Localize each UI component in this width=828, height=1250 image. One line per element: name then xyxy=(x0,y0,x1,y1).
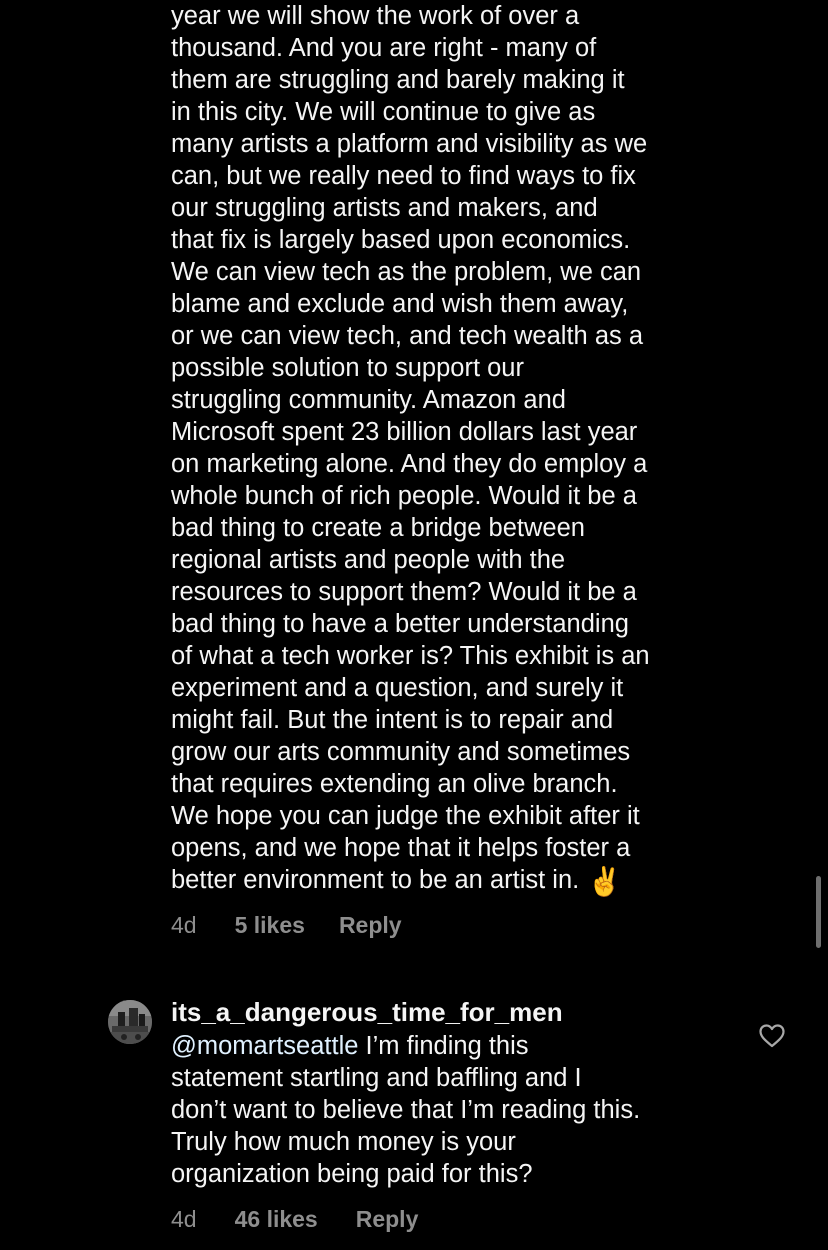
comment-text-segment: better environment to be an artist in. xyxy=(171,866,580,894)
comment-line: regional artists and people with the xyxy=(171,546,566,574)
comment-line: that requires extending an olive branch. xyxy=(171,770,618,798)
avatar[interactable] xyxy=(108,1000,152,1044)
comment-username[interactable]: its_a_dangerous_time_for_men xyxy=(171,997,563,1028)
likes-count[interactable]: 5 likes xyxy=(235,912,305,939)
comment-line: statement startling and baffling and I xyxy=(171,1064,582,1092)
comment-line: resources to support them? Would it be a xyxy=(171,578,637,606)
comment-line: Microsoft spent 23 billion dollars last … xyxy=(171,418,638,446)
comment-text: year we will show the work of over a thou… xyxy=(171,0,731,898)
comment-time: 4d xyxy=(171,912,197,938)
comment-line: that fix is largely based upon economics… xyxy=(171,226,631,254)
comment-line: or we can view tech, and tech wealth as … xyxy=(171,322,644,350)
comment-line: grow our arts community and sometimes xyxy=(171,738,631,766)
comment-line: in this city. We will continue to give a… xyxy=(171,98,596,126)
comment-line: @momartseattle I’m finding this xyxy=(171,1030,731,1062)
comment-line: blame and exclude and wish them away, xyxy=(171,290,629,318)
comment-line: better environment to be an artist in. ✌️ xyxy=(171,864,731,898)
comment-time: 4d xyxy=(171,1206,197,1232)
comment-line: experiment and a question, and surely it xyxy=(171,674,624,702)
comment-text: @momartseattle I’m finding this statemen… xyxy=(171,1030,731,1190)
victory-hand-emoji: ✌️ xyxy=(587,866,623,897)
comment-line: We can view tech as the problem, we can xyxy=(171,258,642,286)
comment-text-segment: I’m finding this xyxy=(358,1032,529,1060)
comment-line: We hope you can judge the exhibit after … xyxy=(171,802,640,830)
comment-line: year we will show the work of over a xyxy=(171,2,580,30)
comment-meta: 4d 46 likes Reply xyxy=(171,1206,418,1233)
comment-line: can, but we really need to find ways to … xyxy=(171,162,636,190)
heart-outline-icon[interactable] xyxy=(759,1024,785,1048)
comment-line: Truly how much money is your xyxy=(171,1128,516,1156)
reply-button[interactable]: Reply xyxy=(356,1206,419,1233)
comment-line: them are struggling and barely making it xyxy=(171,66,625,94)
comment-line: opens, and we hope that it helps foster … xyxy=(171,834,631,862)
comment-line: don’t want to believe that I’m reading t… xyxy=(171,1096,641,1124)
comment-line: thousand. And you are right - many of xyxy=(171,34,597,62)
comment-line: of what a tech worker is? This exhibit i… xyxy=(171,642,650,670)
mention-link[interactable]: @momartseattle xyxy=(171,1032,358,1060)
comment-line: possible solution to support our xyxy=(171,354,524,382)
comment-line: our struggling artists and makers, and xyxy=(171,194,598,222)
comment-meta: 4d 5 likes Reply xyxy=(171,912,402,939)
comment-line: many artists a platform and visibility a… xyxy=(171,130,648,158)
comment-line: on marketing alone. And they do employ a xyxy=(171,450,648,478)
reply-button[interactable]: Reply xyxy=(339,912,402,939)
comment-line: bad thing to have a better understanding xyxy=(171,610,629,638)
comment-line: might fail. But the intent is to repair … xyxy=(171,706,614,734)
comment-line: whole bunch of rich people. Would it be … xyxy=(171,482,637,510)
comment-line: struggling community. Amazon and xyxy=(171,386,566,414)
comment-line: bad thing to create a bridge between xyxy=(171,514,585,542)
likes-count[interactable]: 46 likes xyxy=(235,1206,318,1233)
scrollbar[interactable] xyxy=(816,876,821,948)
comment-line: organization being paid for this? xyxy=(171,1160,533,1188)
